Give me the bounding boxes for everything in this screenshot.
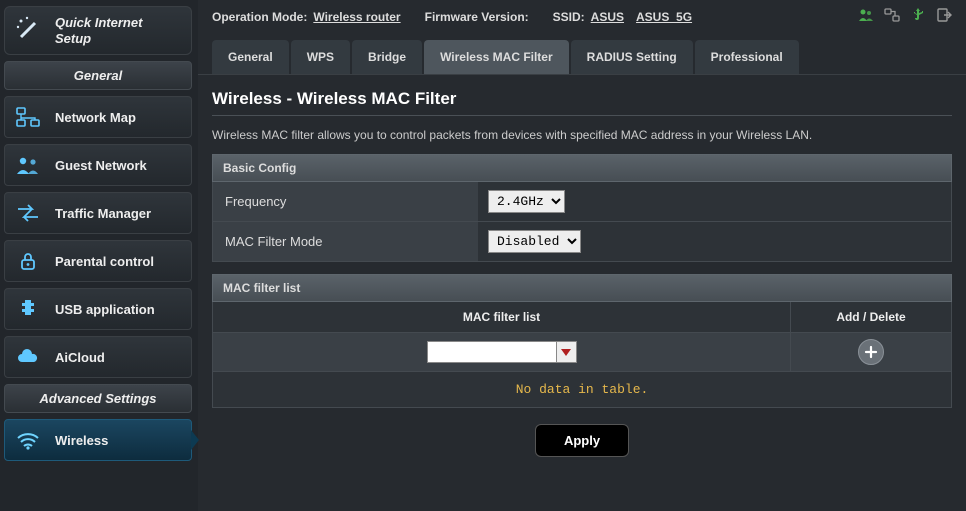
operation-mode-label: Operation Mode:: [212, 10, 307, 24]
logout-icon[interactable]: [936, 7, 952, 28]
sidebar-item-aicloud[interactable]: AiCloud: [4, 336, 192, 378]
client-status-icon[interactable]: [858, 7, 874, 28]
apply-button[interactable]: Apply: [535, 424, 629, 457]
usb-status-icon[interactable]: [910, 7, 926, 28]
sidebar-section-general: General: [4, 61, 192, 90]
parental-control-icon: [15, 249, 41, 273]
topbar-status-icons: [858, 7, 952, 28]
ssid-value-2[interactable]: ASUS_5G: [636, 10, 692, 24]
mac-filter-list-section: MAC filter list MAC filter list Add / De…: [212, 274, 952, 408]
ssid-label: SSID:: [553, 10, 585, 24]
mac-filter-input-row: [212, 333, 952, 372]
sidebar-item-label: Network Map: [55, 110, 136, 125]
sidebar-item-parental-control[interactable]: Parental control: [4, 240, 192, 282]
sidebar-item-label: AiCloud: [55, 350, 105, 365]
mac-address-combo: [427, 341, 577, 363]
content-panel: Wireless - Wireless MAC Filter Wireless …: [212, 89, 952, 473]
tab-bridge[interactable]: Bridge: [352, 40, 422, 74]
traffic-manager-icon: [15, 201, 41, 225]
col-add-delete: Add / Delete: [791, 302, 951, 332]
mac-filter-empty-message: No data in table.: [212, 372, 952, 408]
quick-internet-setup-button[interactable]: Quick Internet Setup: [4, 6, 192, 55]
mac-address-input[interactable]: [427, 341, 557, 363]
tab-professional[interactable]: Professional: [695, 40, 799, 74]
col-mac-filter-list: MAC filter list: [213, 302, 791, 332]
usb-application-icon: [15, 297, 41, 321]
basic-config-header: Basic Config: [212, 154, 952, 182]
tab-bar: General WPS Bridge Wireless MAC Filter R…: [198, 30, 966, 75]
tab-wps[interactable]: WPS: [291, 40, 350, 74]
sidebar: Quick Internet Setup General Network Map…: [0, 0, 198, 511]
firmware-version-label: Firmware Version:: [425, 10, 529, 24]
reboot-icon[interactable]: [884, 7, 900, 28]
mac-filter-mode-row: MAC Filter Mode Disabled: [212, 222, 952, 262]
sidebar-item-label: Guest Network: [55, 158, 147, 173]
frequency-label: Frequency: [213, 184, 478, 219]
main-panel: Operation Mode: Wireless router Firmware…: [198, 0, 966, 511]
title-separator: [212, 115, 952, 116]
frequency-select[interactable]: 2.4GHz: [488, 190, 565, 213]
frequency-row: Frequency 2.4GHz: [212, 182, 952, 222]
mac-address-dropdown-button[interactable]: [557, 341, 577, 363]
mac-filter-mode-select[interactable]: Disabled: [488, 230, 581, 253]
network-map-icon: [15, 105, 41, 129]
sidebar-item-label: USB application: [55, 302, 155, 317]
add-mac-button[interactable]: [858, 339, 884, 365]
operation-mode-value[interactable]: Wireless router: [313, 10, 400, 24]
mac-filter-mode-label: MAC Filter Mode: [213, 224, 478, 259]
sidebar-item-label: Wireless: [55, 433, 108, 448]
qis-label: Quick Internet Setup: [55, 15, 181, 46]
ssid-value-1[interactable]: ASUS: [591, 10, 624, 24]
sidebar-item-label: Parental control: [55, 254, 154, 269]
wand-icon: [15, 15, 43, 46]
tab-general[interactable]: General: [212, 40, 289, 74]
sidebar-item-guest-network[interactable]: Guest Network: [4, 144, 192, 186]
mac-filter-table-header: MAC filter list Add / Delete: [212, 302, 952, 333]
sidebar-item-wireless[interactable]: Wireless: [4, 419, 192, 461]
page-title: Wireless - Wireless MAC Filter: [212, 89, 952, 109]
tab-radius-setting[interactable]: RADIUS Setting: [571, 40, 693, 74]
sidebar-item-usb-application[interactable]: USB application: [4, 288, 192, 330]
sidebar-item-label: Traffic Manager: [55, 206, 151, 221]
page-description: Wireless MAC filter allows you to contro…: [212, 128, 952, 142]
tab-wireless-mac-filter[interactable]: Wireless MAC Filter: [424, 40, 569, 74]
sidebar-item-network-map[interactable]: Network Map: [4, 96, 192, 138]
sidebar-item-traffic-manager[interactable]: Traffic Manager: [4, 192, 192, 234]
guest-network-icon: [15, 153, 41, 177]
top-info-bar: Operation Mode: Wireless router Firmware…: [198, 0, 966, 30]
sidebar-section-advanced: Advanced Settings: [4, 384, 192, 413]
mac-filter-list-header: MAC filter list: [212, 274, 952, 302]
wireless-icon: [15, 428, 41, 452]
aicloud-icon: [15, 345, 41, 369]
